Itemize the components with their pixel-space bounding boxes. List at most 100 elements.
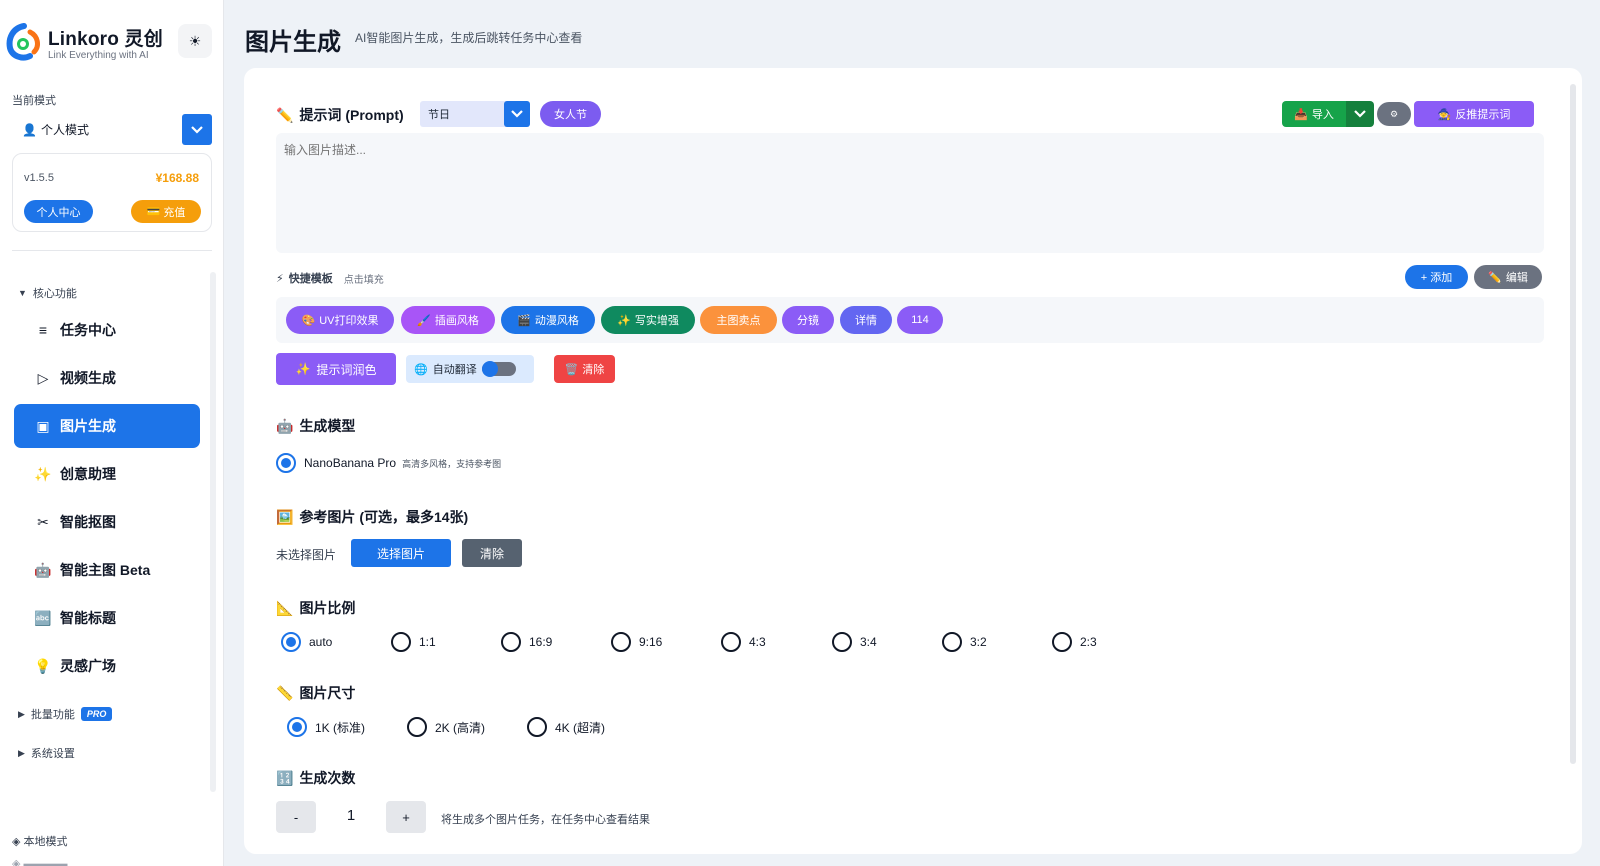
- ratio-radio[interactable]: [611, 632, 631, 652]
- ratio-option-3-2[interactable]: 3:2: [942, 632, 987, 652]
- template-chip[interactable]: 分镜: [782, 306, 834, 334]
- prompt-input[interactable]: [276, 133, 1544, 253]
- pencil-icon: ✏️: [1488, 271, 1502, 284]
- core-group-label: 核心功能: [32, 288, 77, 300]
- ratio-radio[interactable]: [391, 632, 411, 652]
- preset-category-select[interactable]: 节日: [420, 101, 530, 127]
- size-option-2k[interactable]: 2K (高清): [407, 717, 485, 737]
- template-chip[interactable]: 🖌️ 插画风格: [401, 306, 495, 334]
- templates-hint: 点击填充: [343, 274, 384, 286]
- prompt-settings-button[interactable]: ⚙: [1377, 102, 1411, 126]
- template-chip[interactable]: ✨ 写实增强: [601, 306, 695, 334]
- preset-tag-button[interactable]: 女人节: [540, 101, 601, 127]
- reverse-prompt-button[interactable]: 🧙 反推提示词: [1414, 101, 1534, 127]
- auto-translate-control[interactable]: 🌐 自动翻译: [406, 355, 534, 383]
- chevron-down-icon[interactable]: [504, 101, 530, 127]
- count-value[interactable]: 1: [341, 807, 361, 824]
- sidebar-item-inspiration[interactable]: 💡 灵感广场: [14, 644, 200, 688]
- main-scrollbar[interactable]: [1570, 84, 1576, 764]
- size-label: 4K (超清): [555, 720, 606, 735]
- recharge-button[interactable]: 💳 充值: [131, 200, 201, 223]
- sidebar-item-creative[interactable]: ✨ 创意助理: [14, 452, 200, 496]
- picture-icon: 🖼️: [276, 508, 294, 525]
- model-radio[interactable]: [276, 453, 296, 473]
- ratio-option-auto[interactable]: auto: [281, 632, 332, 652]
- ruler-icon: 📏: [276, 684, 294, 701]
- bulb-icon: 💡: [34, 657, 52, 674]
- ratio-radio[interactable]: [942, 632, 962, 652]
- template-chip[interactable]: 🎬 动漫风格: [501, 306, 595, 334]
- clear-prompt-button[interactable]: 🗑️ 清除: [554, 355, 615, 383]
- inbox-icon: 📥: [1294, 108, 1308, 121]
- template-chip[interactable]: 🎨 UV打印效果: [286, 306, 394, 334]
- pencil-icon: ✏️: [276, 106, 294, 123]
- brand-logo[interactable]: Linkoro 灵创 Link Everything with AI: [6, 22, 163, 62]
- model-option[interactable]: NanoBanana Pro 高清多风格，支持参考图: [276, 453, 501, 473]
- triangle-right-icon: ▶: [18, 708, 25, 719]
- size-option-1k[interactable]: 1K (标准): [287, 717, 365, 737]
- reference-section-title: 🖼️ 参考图片 (可选，最多14张): [276, 507, 468, 527]
- robot-icon: 🤖: [34, 561, 52, 578]
- core-group-header[interactable]: ▼ 核心功能: [18, 285, 77, 301]
- add-template-button[interactable]: + 添加: [1405, 265, 1468, 289]
- ratio-label: 2:3: [1080, 635, 1097, 649]
- sidebar-item-title[interactable]: 🔤 智能标题: [14, 596, 200, 640]
- ratio-option-16-9[interactable]: 16:9: [501, 632, 552, 652]
- template-chip-label: 写实增强: [634, 315, 679, 327]
- sidebar-item-task-center[interactable]: ≡ 任务中心: [14, 308, 200, 352]
- ratio-radio[interactable]: [832, 632, 852, 652]
- import-button[interactable]: 📥 导入: [1282, 101, 1346, 127]
- ratio-radio[interactable]: [721, 632, 741, 652]
- ratio-option-9-16[interactable]: 9:16: [611, 632, 662, 652]
- choose-image-button[interactable]: 选择图片: [351, 539, 451, 567]
- ratio-option-3-4[interactable]: 3:4: [832, 632, 877, 652]
- edit-templates-button[interactable]: ✏️ 编辑: [1474, 265, 1542, 289]
- gear-icon: ⚙: [1389, 108, 1399, 119]
- ratio-radio[interactable]: [1052, 632, 1072, 652]
- theme-toggle-button[interactable]: ☀: [178, 24, 212, 58]
- size-label: 2K (高清): [435, 720, 486, 735]
- ratio-label: 9:16: [639, 635, 663, 649]
- sidebar-item-label: 灵感广场: [60, 658, 116, 674]
- profile-button[interactable]: 个人中心: [24, 200, 93, 223]
- polish-prompt-button[interactable]: ✨ 提示词润色: [276, 353, 396, 385]
- clear-images-button[interactable]: 清除: [462, 539, 522, 567]
- triangle-ruler-icon: 📐: [276, 599, 294, 616]
- import-dropdown-button[interactable]: [1346, 101, 1374, 127]
- ratio-option-4-3[interactable]: 4:3: [721, 632, 766, 652]
- sidebar-scrollbar[interactable]: [210, 272, 216, 792]
- settings-group-header[interactable]: ▶ 系统设置: [18, 745, 75, 761]
- triangle-right-icon: ▶: [18, 747, 25, 758]
- decrement-button[interactable]: -: [276, 801, 316, 833]
- clapper-icon: 🎬: [517, 314, 531, 327]
- chevron-down-icon[interactable]: [182, 114, 212, 145]
- auto-translate-toggle[interactable]: [482, 361, 516, 377]
- size-section-title: 📏 图片尺寸: [276, 683, 355, 703]
- image-icon: ▣: [36, 417, 50, 434]
- size-radio[interactable]: [527, 717, 547, 737]
- templates-title-label: 快捷模板: [288, 273, 333, 285]
- ratio-option-2-3[interactable]: 2:3: [1052, 632, 1097, 652]
- template-chip[interactable]: 详情: [840, 306, 892, 334]
- ratio-radio[interactable]: [501, 632, 521, 652]
- increment-button[interactable]: +: [386, 801, 426, 833]
- page-subtitle: AI智能图片生成，生成后跳转任务中心查看: [355, 31, 583, 45]
- size-radio[interactable]: [287, 717, 307, 737]
- count-title-label: 生成次数: [299, 770, 356, 786]
- sidebar-item-main-image[interactable]: 🤖 智能主图 Beta: [14, 548, 200, 592]
- play-icon: ▷: [37, 369, 49, 386]
- sidebar-item-image[interactable]: ▣ 图片生成: [14, 404, 200, 448]
- ratio-option-1-1[interactable]: 1:1: [391, 632, 436, 652]
- sidebar-item-video[interactable]: ▷ 视频生成: [14, 356, 200, 400]
- size-option-4k[interactable]: 4K (超清): [527, 717, 605, 737]
- mode-select[interactable]: 👤 个人模式: [12, 114, 212, 145]
- ratio-label: 16:9: [529, 635, 553, 649]
- template-chip[interactable]: 主图卖点: [700, 306, 777, 334]
- template-chip[interactable]: 114: [897, 306, 943, 334]
- chevron-down-icon: [1354, 110, 1366, 118]
- ratio-radio[interactable]: [281, 632, 301, 652]
- batch-group-header[interactable]: ▶ 批量功能 PRO: [18, 706, 113, 722]
- template-chip-label: 分镜: [797, 315, 819, 327]
- sidebar-item-cutout[interactable]: ✂ 智能抠图: [14, 500, 200, 544]
- size-radio[interactable]: [407, 717, 427, 737]
